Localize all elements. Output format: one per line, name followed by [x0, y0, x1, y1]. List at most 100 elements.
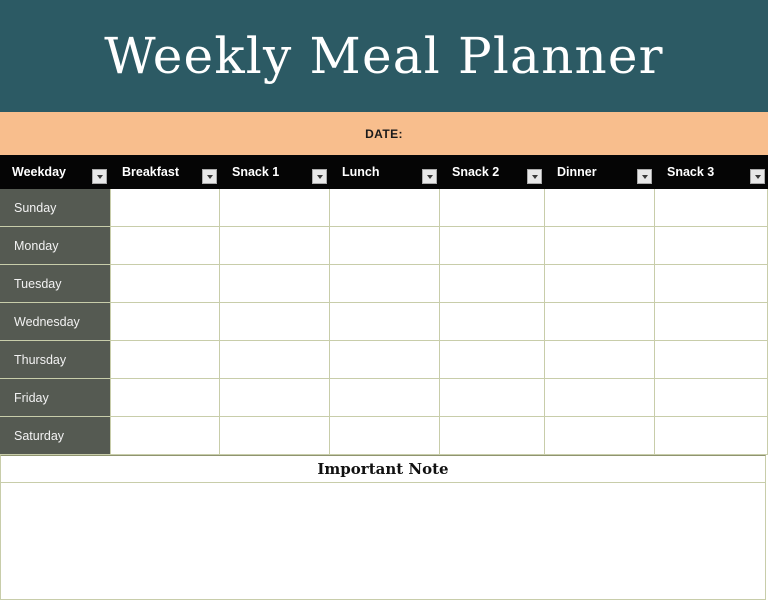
meal-cell-monday-snack-3[interactable]	[655, 227, 768, 265]
meal-cell-tuesday-snack-3[interactable]	[655, 265, 768, 303]
meal-cell-sunday-lunch[interactable]	[330, 189, 440, 227]
meal-cell-wednesday-snack-2[interactable]	[440, 303, 545, 341]
meal-cell-wednesday-lunch[interactable]	[330, 303, 440, 341]
meal-cell-monday-breakfast[interactable]	[110, 227, 220, 265]
filter-dropdown-icon[interactable]	[527, 169, 542, 184]
weekday-label: Sunday	[14, 200, 57, 215]
column-header-label: Weekday	[12, 165, 66, 179]
meal-cell-friday-snack-2[interactable]	[440, 379, 545, 417]
meal-cell-friday-lunch[interactable]	[330, 379, 440, 417]
table-row: Tuesday	[0, 265, 768, 303]
column-header-snack-1: Snack 1	[220, 155, 330, 189]
chevron-down-icon	[754, 174, 761, 179]
meal-cell-saturday-lunch[interactable]	[330, 417, 440, 455]
weekday-label: Wednesday	[14, 314, 80, 329]
column-header-snack-3: Snack 3	[655, 155, 768, 189]
column-header-dinner: Dinner	[545, 155, 655, 189]
filter-dropdown-icon[interactable]	[202, 169, 217, 184]
chevron-down-icon	[426, 174, 433, 179]
weekday-cell-wednesday: Wednesday	[0, 303, 110, 341]
planner-grid: Sunday Monday Tuesday Wednesday Thursday Frid…	[0, 189, 768, 455]
meal-cell-tuesday-snack-1[interactable]	[220, 265, 330, 303]
title-banner: Weekly Meal Planner	[0, 0, 768, 112]
column-header-label: Snack 3	[667, 165, 715, 179]
meal-cell-sunday-breakfast[interactable]	[110, 189, 220, 227]
meal-cell-wednesday-breakfast[interactable]	[110, 303, 220, 341]
table-row: Thursday	[0, 341, 768, 379]
meal-cell-monday-snack-1[interactable]	[220, 227, 330, 265]
meal-cell-monday-lunch[interactable]	[330, 227, 440, 265]
table-row: Saturday	[0, 417, 768, 455]
weekday-cell-monday: Monday	[0, 227, 110, 265]
meal-cell-tuesday-snack-2[interactable]	[440, 265, 545, 303]
meal-cell-thursday-breakfast[interactable]	[110, 341, 220, 379]
table-row: Sunday	[0, 189, 768, 227]
chevron-down-icon	[96, 174, 103, 179]
meal-cell-tuesday-lunch[interactable]	[330, 265, 440, 303]
filter-dropdown-icon[interactable]	[750, 169, 765, 184]
table-row: Friday	[0, 379, 768, 417]
weekday-cell-saturday: Saturday	[0, 417, 110, 455]
important-note-input[interactable]	[0, 483, 766, 600]
filter-dropdown-icon[interactable]	[637, 169, 652, 184]
filter-dropdown-icon[interactable]	[92, 169, 107, 184]
meal-cell-sunday-snack-2[interactable]	[440, 189, 545, 227]
meal-cell-monday-snack-2[interactable]	[440, 227, 545, 265]
filter-dropdown-icon[interactable]	[422, 169, 437, 184]
date-label: DATE:	[365, 126, 403, 141]
column-header-snack-2: Snack 2	[440, 155, 545, 189]
important-note-header: Important Note	[0, 455, 766, 483]
weekday-cell-tuesday: Tuesday	[0, 265, 110, 303]
table-row: Wednesday	[0, 303, 768, 341]
meal-cell-friday-dinner[interactable]	[545, 379, 655, 417]
meal-cell-saturday-snack-2[interactable]	[440, 417, 545, 455]
weekday-label: Friday	[14, 390, 49, 405]
meal-cell-tuesday-breakfast[interactable]	[110, 265, 220, 303]
chevron-down-icon	[531, 174, 538, 179]
meal-cell-friday-snack-3[interactable]	[655, 379, 768, 417]
meal-cell-friday-snack-1[interactable]	[220, 379, 330, 417]
meal-cell-saturday-dinner[interactable]	[545, 417, 655, 455]
meal-cell-monday-dinner[interactable]	[545, 227, 655, 265]
meal-cell-sunday-snack-3[interactable]	[655, 189, 768, 227]
meal-cell-sunday-dinner[interactable]	[545, 189, 655, 227]
weekday-cell-thursday: Thursday	[0, 341, 110, 379]
meal-cell-friday-breakfast[interactable]	[110, 379, 220, 417]
column-header-label: Dinner	[557, 165, 597, 179]
meal-cell-tuesday-dinner[interactable]	[545, 265, 655, 303]
meal-cell-wednesday-snack-3[interactable]	[655, 303, 768, 341]
column-header-lunch: Lunch	[330, 155, 440, 189]
meal-cell-thursday-snack-1[interactable]	[220, 341, 330, 379]
important-note-label: Important Note	[317, 460, 449, 478]
meal-cell-thursday-snack-2[interactable]	[440, 341, 545, 379]
meal-cell-saturday-snack-1[interactable]	[220, 417, 330, 455]
weekday-label: Monday	[14, 238, 59, 253]
meal-cell-thursday-lunch[interactable]	[330, 341, 440, 379]
date-bar[interactable]: DATE:	[0, 112, 768, 155]
column-header-label: Snack 1	[232, 165, 280, 179]
meal-cell-sunday-snack-1[interactable]	[220, 189, 330, 227]
chevron-down-icon	[206, 174, 213, 179]
meal-cell-thursday-dinner[interactable]	[545, 341, 655, 379]
weekday-label: Tuesday	[14, 276, 62, 291]
chevron-down-icon	[641, 174, 648, 179]
column-header-label: Snack 2	[452, 165, 500, 179]
page-title: Weekly Meal Planner	[104, 27, 664, 85]
weekday-cell-friday: Friday	[0, 379, 110, 417]
chevron-down-icon	[316, 174, 323, 179]
column-header-weekday: Weekday	[0, 155, 110, 189]
weekday-label: Saturday	[14, 428, 65, 443]
meal-cell-wednesday-snack-1[interactable]	[220, 303, 330, 341]
filter-dropdown-icon[interactable]	[312, 169, 327, 184]
weekly-meal-planner-sheet: Weekly Meal Planner DATE: Weekday Breakfa…	[0, 0, 768, 612]
meal-cell-saturday-snack-3[interactable]	[655, 417, 768, 455]
meal-cell-thursday-snack-3[interactable]	[655, 341, 768, 379]
column-header-label: Breakfast	[122, 165, 179, 179]
meal-cell-wednesday-dinner[interactable]	[545, 303, 655, 341]
column-header-breakfast: Breakfast	[110, 155, 220, 189]
table-row: Monday	[0, 227, 768, 265]
weekday-cell-sunday: Sunday	[0, 189, 110, 227]
column-header-label: Lunch	[342, 165, 380, 179]
table-header-row: Weekday Breakfast Snack 1 Lunch Snack 2 Dinne…	[0, 155, 768, 189]
meal-cell-saturday-breakfast[interactable]	[110, 417, 220, 455]
